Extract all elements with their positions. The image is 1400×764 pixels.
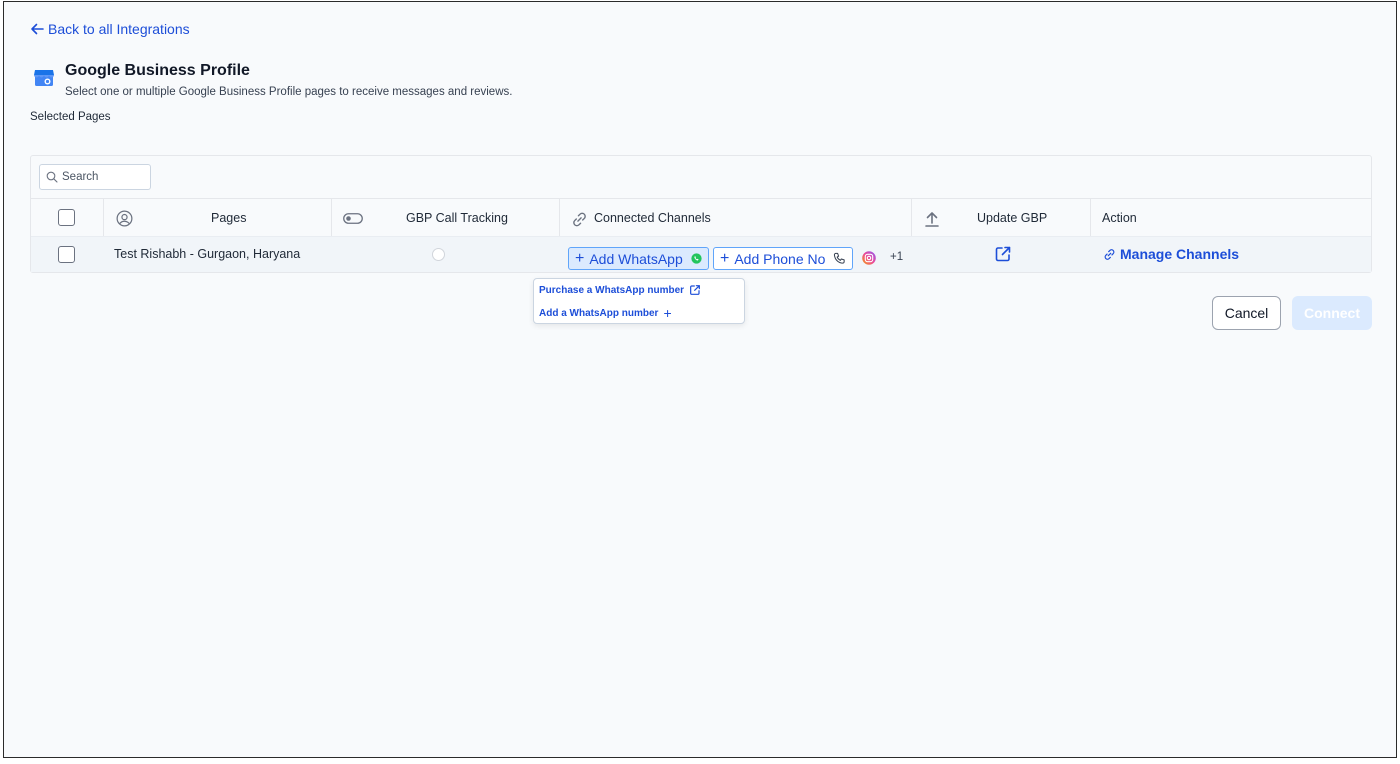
row-checkbox[interactable] xyxy=(58,246,75,263)
connect-button[interactable]: Connect xyxy=(1292,296,1372,330)
add-whatsapp-button[interactable]: + Add WhatsApp xyxy=(568,247,709,270)
arrow-left-icon xyxy=(31,23,44,35)
manage-channels-link[interactable]: Manage Channels xyxy=(1103,246,1239,262)
upload-icon xyxy=(925,212,939,227)
table-header: Pages GBP Call Tracking Connected Channe… xyxy=(31,198,1371,237)
page-subtitle: Select one or multiple Google Business P… xyxy=(65,86,513,98)
header-action: Action xyxy=(1091,199,1371,237)
table-row: Test Rishabh - Gurgaon, Haryana + Add Wh… xyxy=(31,236,1371,272)
page-name: Test Rishabh - Gurgaon, Haryana xyxy=(114,247,301,261)
whatsapp-options-menu: Purchase a WhatsApp number Add a WhatsAp… xyxy=(533,278,745,324)
link-icon xyxy=(1104,248,1115,260)
header-connected-channels: Connected Channels xyxy=(560,199,912,237)
toggle-icon xyxy=(343,213,363,224)
header-pages: Pages xyxy=(104,199,332,237)
search-field[interactable] xyxy=(39,164,151,190)
back-to-integrations-link[interactable]: Back to all Integrations xyxy=(29,21,190,37)
selected-pages-label: Selected Pages xyxy=(30,111,111,123)
plus-icon: + xyxy=(663,305,672,321)
google-business-profile-icon xyxy=(34,70,54,86)
page-frame: Back to all Integrations Google Business… xyxy=(3,1,1397,758)
user-circle-icon xyxy=(116,210,133,227)
call-tracking-toggle[interactable] xyxy=(432,248,445,261)
external-link-icon xyxy=(690,285,700,295)
update-gbp-cell xyxy=(912,237,1091,273)
connected-channels-column-label: Connected Channels xyxy=(594,211,711,225)
header-update-gbp: Update GBP xyxy=(912,199,1091,237)
purchase-whatsapp-number-item[interactable]: Purchase a WhatsApp number xyxy=(539,284,701,296)
connected-channels-cell: + Add WhatsApp + Add Phone No +1 xyxy=(560,237,912,273)
action-cell: Manage Channels xyxy=(1091,237,1371,273)
call-tracking-column-label: GBP Call Tracking xyxy=(406,211,508,225)
search-input[interactable] xyxy=(62,171,142,183)
more-channels-count[interactable]: +1 xyxy=(890,251,903,263)
select-all-checkbox[interactable] xyxy=(58,209,75,226)
page-title: Google Business Profile xyxy=(65,62,250,79)
add-whatsapp-label: Add WhatsApp xyxy=(589,250,683,267)
pages-column-label: Pages xyxy=(211,211,247,225)
header-select-cell xyxy=(31,199,104,237)
action-column-label: Action xyxy=(1102,211,1137,225)
cancel-button[interactable]: Cancel xyxy=(1212,296,1281,330)
plus-icon: + xyxy=(720,249,730,267)
add-phone-label: Add Phone No xyxy=(734,250,826,267)
row-select-cell xyxy=(31,237,104,273)
external-link-icon[interactable] xyxy=(994,245,1012,263)
purchase-whatsapp-label: Purchase a WhatsApp number xyxy=(539,284,685,296)
add-whatsapp-number-item[interactable]: Add a WhatsApp number + xyxy=(539,306,672,320)
instagram-icon[interactable] xyxy=(862,251,876,265)
back-link-label: Back to all Integrations xyxy=(48,21,190,37)
phone-icon xyxy=(834,252,846,264)
manage-channels-label: Manage Channels xyxy=(1120,246,1240,262)
update-gbp-column-label: Update GBP xyxy=(977,211,1048,225)
header-call-tracking: GBP Call Tracking xyxy=(332,199,560,237)
whatsapp-icon xyxy=(691,253,702,264)
link-icon xyxy=(573,212,586,227)
add-phone-button[interactable]: + Add Phone No xyxy=(713,247,854,270)
add-whatsapp-number-label: Add a WhatsApp number xyxy=(539,307,659,319)
call-tracking-cell xyxy=(332,237,560,273)
page-name-cell: Test Rishabh - Gurgaon, Haryana xyxy=(104,237,332,273)
pages-table: Pages GBP Call Tracking Connected Channe… xyxy=(30,155,1372,273)
plus-icon: + xyxy=(575,249,585,267)
search-icon xyxy=(46,171,58,183)
